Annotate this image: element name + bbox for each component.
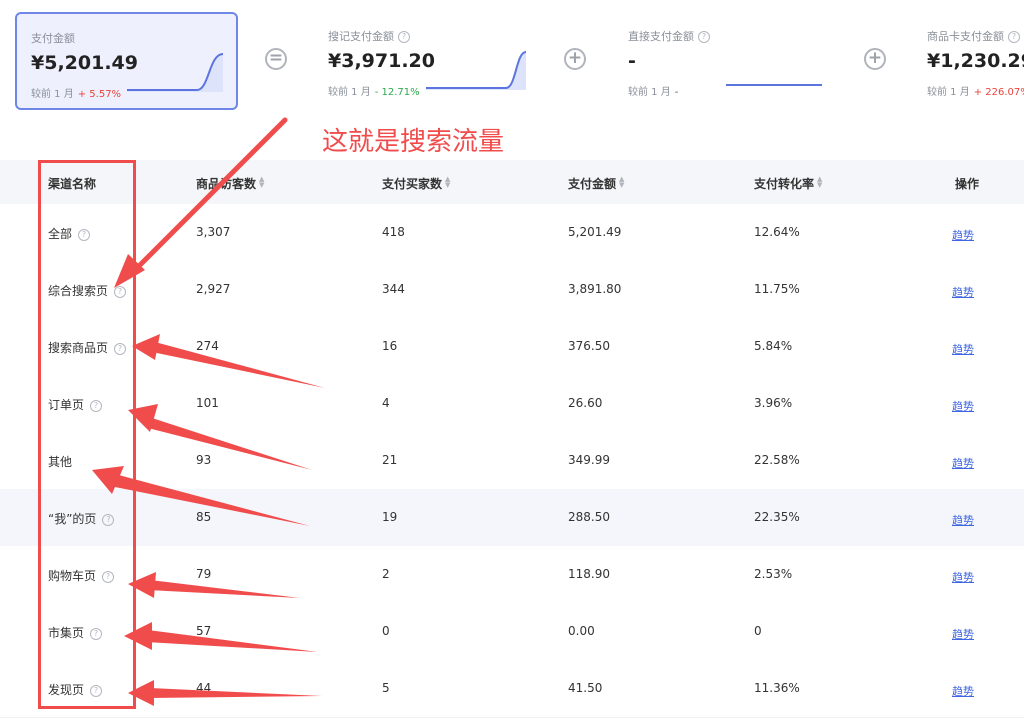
buyers-cell: 2 bbox=[382, 567, 390, 581]
trend-link[interactable]: 趋势 bbox=[952, 284, 974, 300]
table-row: 订单页? 101 4 26.60 3.96% 趋势 bbox=[0, 375, 1024, 433]
metric-value: ¥1,230.29 bbox=[927, 50, 1024, 72]
column-header-buyers[interactable]: 支付买家数 ▲ ▼ bbox=[382, 175, 450, 192]
metric-compare: 较前 1 月+ 226.07% bbox=[927, 83, 1024, 98]
buyers-cell: 19 bbox=[382, 510, 398, 524]
amount-cell: 118.90 bbox=[568, 567, 610, 581]
trend-link[interactable]: 趋势 bbox=[952, 626, 974, 642]
table-row: “我”的页? 85 19 288.50 22.35% 趋势 bbox=[0, 489, 1024, 547]
trend-link[interactable]: 趋势 bbox=[952, 683, 974, 699]
table-row: 全部? 3,307 418 5,201.49 12.64% 趋势 bbox=[0, 204, 1024, 262]
column-header-action: 操作 bbox=[955, 177, 980, 191]
amount-cell: 288.50 bbox=[568, 510, 610, 524]
metric-value: ¥5,201.49 bbox=[31, 52, 138, 74]
column-header-amount[interactable]: 支付金额 ▲ ▼ bbox=[568, 175, 624, 192]
amount-cell: 41.50 bbox=[568, 681, 603, 695]
buyers-cell: 0 bbox=[382, 624, 390, 638]
annotation-highlight-box bbox=[38, 160, 136, 709]
visitors-cell: 2,927 bbox=[196, 282, 231, 296]
buyers-cell: 4 bbox=[382, 396, 390, 410]
rate-cell: 22.35% bbox=[754, 510, 800, 524]
rate-cell: 11.75% bbox=[754, 282, 800, 296]
annotation-caption: 这就是搜索流量 bbox=[322, 127, 505, 157]
amount-cell: 5,201.49 bbox=[568, 225, 622, 239]
table-row: 其他 93 21 349.99 22.58% 趋势 bbox=[0, 432, 1024, 490]
buyers-cell: 418 bbox=[382, 225, 405, 239]
rate-cell: 11.36% bbox=[754, 681, 800, 695]
trend-link[interactable]: 趋势 bbox=[952, 341, 974, 357]
visitors-cell: 274 bbox=[196, 339, 219, 353]
metric-compare: 较前 1 月- bbox=[628, 87, 679, 98]
table-row: 发现页? 44 5 41.50 11.36% 趋势 bbox=[0, 660, 1024, 718]
sparkline bbox=[127, 53, 224, 92]
trend-link[interactable]: 趋势 bbox=[952, 227, 974, 243]
table-row: 市集页? 57 0 0.00 0 趋势 bbox=[0, 603, 1024, 661]
trend-link[interactable]: 趋势 bbox=[952, 512, 974, 528]
sparkline bbox=[426, 51, 526, 90]
amount-cell: 0.00 bbox=[568, 624, 595, 638]
metric-compare: 较前 1 月 + 5.57% bbox=[31, 89, 122, 100]
sparkline bbox=[726, 84, 822, 86]
visitors-cell: 44 bbox=[196, 681, 212, 695]
column-header-rate[interactable]: 支付转化率 ▲ ▼ bbox=[754, 175, 822, 192]
buyers-cell: 344 bbox=[382, 282, 405, 296]
buyers-cell: 21 bbox=[382, 453, 398, 467]
amount-cell: 26.60 bbox=[568, 396, 603, 410]
metric-value: - bbox=[628, 50, 636, 72]
plus-icon: + bbox=[564, 48, 586, 70]
rate-cell: 12.64% bbox=[754, 225, 800, 239]
help-icon: ? bbox=[1008, 31, 1020, 43]
metric-card-direct-pay-amount[interactable]: 直接支付金额? - 较前 1 月- bbox=[614, 12, 834, 110]
visitors-cell: 101 bbox=[196, 396, 219, 410]
trend-link[interactable]: 趋势 bbox=[952, 398, 974, 414]
metric-change: + 5.57% bbox=[77, 89, 122, 100]
amount-cell: 349.99 bbox=[568, 453, 610, 467]
metric-change: - bbox=[674, 87, 679, 98]
sort-icon: ▲ ▼ bbox=[619, 175, 625, 189]
visitors-cell: 57 bbox=[196, 624, 212, 638]
trend-link[interactable]: 趋势 bbox=[952, 455, 974, 471]
help-icon: ? bbox=[398, 31, 410, 43]
table-row: 购物车页? 79 2 118.90 2.53% 趋势 bbox=[0, 546, 1024, 604]
metric-card-product-card-pay-amount[interactable]: 商品卡支付金额? ¥1,230.29 较前 1 月+ 226.07% bbox=[913, 12, 1024, 110]
amount-cell: 3,891.80 bbox=[568, 282, 622, 296]
sort-icon: ▲ ▼ bbox=[445, 175, 451, 189]
metric-change: - 12.71% bbox=[374, 87, 420, 98]
trend-link[interactable]: 趋势 bbox=[952, 569, 974, 585]
amount-cell: 376.50 bbox=[568, 339, 610, 353]
metric-card-search-pay-amount[interactable]: 搜记支付金额? ¥3,971.20 较前 1 月- 12.71% bbox=[314, 12, 534, 110]
metric-label: 商品卡支付金额 bbox=[927, 30, 1004, 43]
visitors-cell: 85 bbox=[196, 510, 212, 524]
buyers-cell: 5 bbox=[382, 681, 390, 695]
buyers-cell: 16 bbox=[382, 339, 398, 353]
metric-label: 支付金额 bbox=[31, 32, 75, 45]
table-row: 综合搜索页? 2,927 344 3,891.80 11.75% 趋势 bbox=[0, 261, 1024, 319]
visitors-cell: 3,307 bbox=[196, 225, 231, 239]
table-header: 渠道名称 商品访客数 ▲ ▼ 支付买家数 ▲ ▼ 支付金额 ▲ ▼ 支付转化率 ▲ ▼ 操作 bbox=[0, 160, 1024, 204]
rate-cell: 0 bbox=[754, 624, 762, 638]
metric-label: 直接支付金额 bbox=[628, 30, 694, 43]
metric-value: ¥3,971.20 bbox=[328, 50, 435, 72]
column-header-visitors[interactable]: 商品访客数 ▲ ▼ bbox=[196, 175, 264, 192]
visitors-cell: 93 bbox=[196, 453, 212, 467]
sort-icon: ▲ ▼ bbox=[259, 175, 265, 189]
visitors-cell: 79 bbox=[196, 567, 212, 581]
rate-cell: 2.53% bbox=[754, 567, 793, 581]
rate-cell: 22.58% bbox=[754, 453, 800, 467]
sort-icon: ▲ ▼ bbox=[817, 175, 823, 189]
help-icon: ? bbox=[698, 31, 710, 43]
metric-compare: 较前 1 月- 12.71% bbox=[328, 87, 420, 98]
rate-cell: 5.84% bbox=[754, 339, 793, 353]
plus-icon: + bbox=[864, 48, 886, 70]
metric-change: + 226.07% bbox=[973, 87, 1024, 98]
metric-label: 搜记支付金额 bbox=[328, 30, 394, 43]
table-row: 搜索商品页? 274 16 376.50 5.84% 趋势 bbox=[0, 318, 1024, 376]
equals-icon: = bbox=[265, 48, 287, 70]
rate-cell: 3.96% bbox=[754, 396, 793, 410]
metric-card-pay-amount[interactable]: 支付金额 ¥5,201.49 较前 1 月 + 5.57% bbox=[15, 12, 238, 110]
